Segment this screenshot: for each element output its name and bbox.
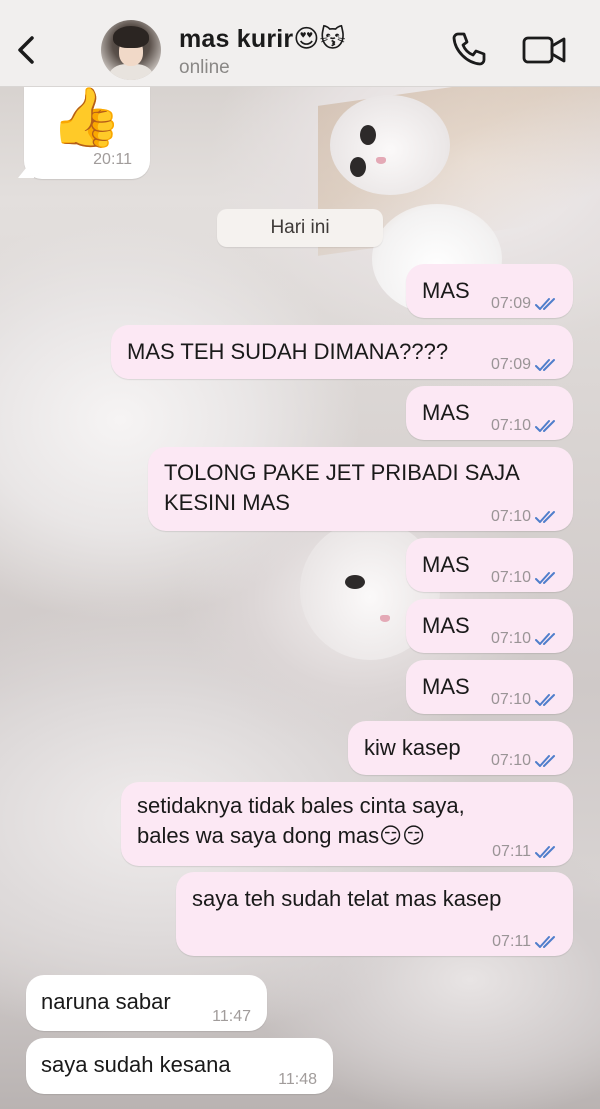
message-time: 11:48 — [278, 1071, 317, 1088]
message-bubble-outgoing[interactable]: saya teh sudah telat mas kasep 07:11 — [176, 872, 573, 956]
message-bubble-outgoing[interactable]: setidaknya tidak bales cinta saya, bales… — [121, 782, 573, 866]
message-text: MAS — [422, 278, 470, 303]
double-check-icon — [535, 755, 555, 767]
thumbs-up-emoji: 👍 — [50, 85, 123, 150]
double-check-icon — [535, 633, 555, 645]
message-time: 07:10 — [490, 691, 531, 708]
message-bubble-outgoing[interactable]: TOLONG PAKE JET PRIBADI SAJA KESINI MAS … — [148, 447, 573, 531]
message-text: saya sudah kesana — [41, 1052, 231, 1077]
wallpaper-cat-face — [330, 95, 450, 195]
voice-call-button[interactable] — [448, 28, 490, 70]
message-meta: 07:10 — [491, 502, 559, 532]
contact-avatar[interactable] — [101, 20, 161, 80]
message-bubble-outgoing[interactable]: MAS 07:10 — [406, 660, 573, 714]
message-text: naruna sabar — [41, 989, 171, 1014]
double-check-icon — [535, 420, 555, 432]
contact-status: online — [179, 57, 230, 78]
message-bubble-incoming[interactable]: 👍 20:11 — [24, 87, 150, 179]
double-check-icon — [535, 694, 555, 706]
double-check-icon — [535, 572, 555, 584]
message-meta: 07:11 — [492, 837, 559, 867]
message-meta: 07:10 — [491, 563, 559, 593]
double-check-icon — [535, 298, 555, 310]
message-time: 07:10 — [490, 752, 531, 769]
contact-name[interactable]: mas kurir😍😽 — [179, 24, 346, 54]
message-time: 07:09 — [490, 356, 531, 373]
video-camera-icon — [522, 36, 566, 64]
video-call-button[interactable] — [520, 32, 570, 68]
message-text: MAS TEH SUDAH DIMANA???? — [127, 339, 449, 364]
message-text: setidaknya tidak bales cinta saya, bales… — [137, 793, 465, 848]
message-meta: 07:10 — [491, 624, 559, 654]
phone-icon — [452, 32, 486, 66]
message-bubble-outgoing[interactable]: MAS 07:10 — [406, 599, 573, 653]
message-text: MAS — [422, 674, 470, 699]
message-time: 07:10 — [490, 569, 531, 586]
back-button[interactable] — [10, 30, 46, 70]
double-check-icon — [535, 359, 555, 371]
message-bubble-outgoing[interactable]: MAS TEH SUDAH DIMANA???? 07:09 — [111, 325, 573, 379]
double-check-icon — [535, 936, 555, 948]
message-meta: 07:10 — [491, 411, 559, 441]
double-check-icon — [535, 846, 555, 858]
message-time: 11:47 — [212, 1008, 251, 1025]
message-text: MAS — [422, 552, 470, 577]
message-text: TOLONG PAKE JET PRIBADI SAJA KESINI MAS — [164, 460, 520, 515]
message-bubble-incoming[interactable]: saya sudah kesana 11:48 — [26, 1038, 333, 1094]
message-time: 07:11 — [492, 843, 531, 860]
message-text: MAS — [422, 400, 470, 425]
message-meta: 07:09 — [491, 289, 559, 319]
message-time: 07:10 — [490, 508, 531, 525]
message-bubble-outgoing[interactable]: kiw kasep 07:10 — [348, 721, 573, 775]
message-bubble-outgoing[interactable]: MAS 07:10 — [406, 538, 573, 592]
message-time: 07:10 — [490, 417, 531, 434]
message-time: 20:11 — [93, 151, 132, 168]
message-time: 07:10 — [490, 630, 531, 647]
message-meta: 07:09 — [491, 350, 559, 380]
chat-header: mas kurir😍😽 online — [0, 0, 600, 87]
message-bubble-incoming[interactable]: naruna sabar 11:47 — [26, 975, 267, 1031]
message-meta: 07:10 — [491, 746, 559, 776]
message-time: 07:11 — [492, 933, 531, 950]
message-bubble-outgoing[interactable]: MAS 07:10 — [406, 386, 573, 440]
double-check-icon — [535, 511, 555, 523]
back-chevron-icon — [18, 36, 34, 64]
message-time: 07:09 — [490, 295, 531, 312]
date-separator: Hari ini — [217, 209, 383, 247]
message-meta: 07:11 — [492, 927, 559, 957]
message-bubble-outgoing[interactable]: MAS 07:09 — [406, 264, 573, 318]
message-text: MAS — [422, 613, 470, 638]
message-text: kiw kasep — [364, 735, 461, 760]
message-text: saya teh sudah telat mas kasep — [192, 886, 502, 911]
message-meta: 07:10 — [491, 685, 559, 715]
